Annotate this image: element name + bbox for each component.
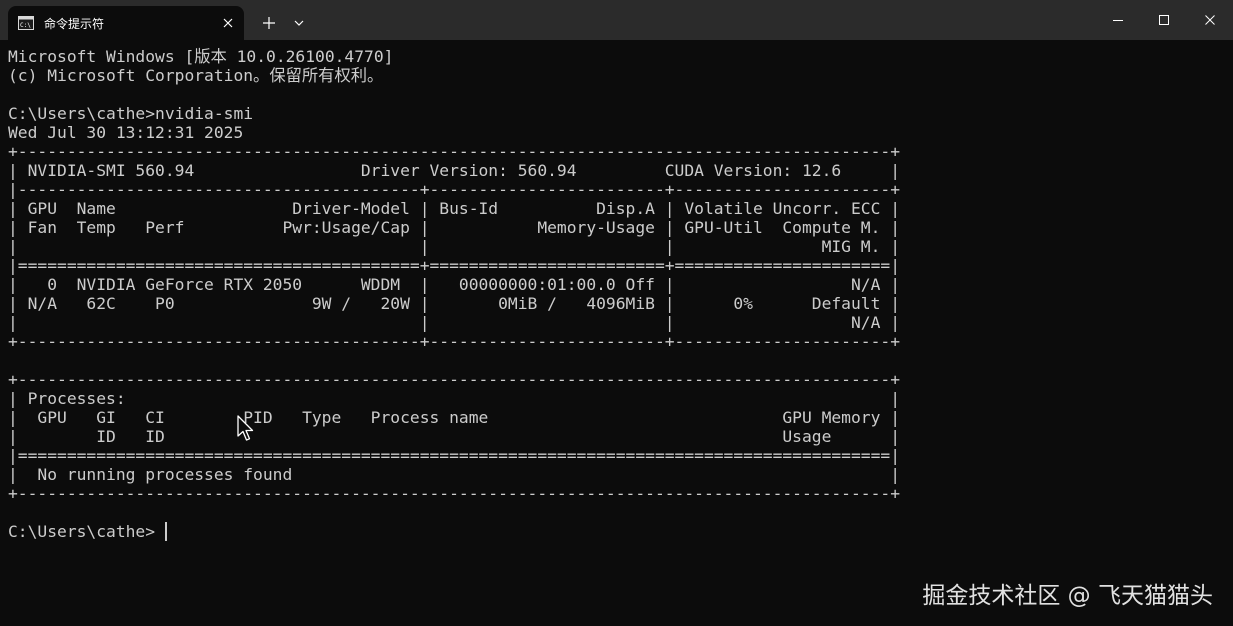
terminal-output[interactable]: Microsoft Windows [版本 10.0.26100.4770] (… — [8, 47, 1225, 587]
command-prompt-window: C:\ 命令提示符 Microsoft Windows [版本 10.0.261… — [0, 0, 1233, 626]
terminal-line: C:\Users\cathe>nvidia-smi — [8, 104, 254, 123]
close-tab-icon[interactable] — [220, 15, 236, 31]
close-icon — [1205, 15, 1215, 25]
terminal-line: +---------------------------------------… — [8, 142, 900, 161]
maximize-icon — [1159, 15, 1169, 25]
close-window-button[interactable] — [1187, 0, 1233, 40]
terminal-line: Microsoft Windows [版本 10.0.26100.4770] — [8, 47, 394, 66]
terminal-icon: C:\ — [18, 16, 34, 30]
terminal-line: | No running processes found | — [8, 465, 900, 484]
terminal-line: | Fan Temp Perf Pwr:Usage/Cap | Memory-U… — [8, 218, 900, 237]
terminal-line: | Processes: | — [8, 389, 900, 408]
terminal-line: |---------------------------------------… — [8, 180, 900, 199]
chevron-down-icon[interactable] — [290, 13, 308, 33]
terminal-prompt-line[interactable]: C:\Users\cathe> — [8, 522, 1225, 541]
terminal-line: +---------------------------------------… — [8, 370, 900, 389]
terminal-line: | | | N/A | — [8, 313, 900, 332]
minimize-button[interactable] — [1095, 0, 1141, 40]
terminal-line: |=======================================… — [8, 256, 900, 275]
terminal-line: +---------------------------------------… — [8, 484, 900, 503]
terminal-line: +---------------------------------------… — [8, 332, 900, 351]
title-bar: C:\ 命令提示符 — [0, 0, 1233, 40]
new-tab-icon[interactable] — [258, 12, 280, 34]
terminal-line: | ID ID Usage | — [8, 427, 900, 446]
terminal-line: | | | MIG M. | — [8, 237, 900, 256]
svg-text:C:\: C:\ — [20, 22, 31, 29]
terminal-line: | GPU Name Driver-Model | Bus-Id Disp.A … — [8, 199, 900, 218]
terminal-line: |=======================================… — [8, 446, 900, 465]
watermark-text: 掘金技术社区 @ 飞天猫猫头 — [922, 583, 1213, 609]
mouse-pointer-icon — [237, 415, 254, 441]
terminal-line: | N/A 62C P0 9W / 20W | 0MiB / 4096MiB |… — [8, 294, 900, 313]
terminal-line: (c) Microsoft Corporation。保留所有权利。 — [8, 66, 384, 85]
text-cursor — [165, 522, 167, 541]
minimize-icon — [1113, 20, 1123, 21]
terminal-line: | 0 NVIDIA GeForce RTX 2050 WDDM | 00000… — [8, 275, 900, 294]
terminal-line: | GPU GI CI PID Type Process name GPU Me… — [8, 408, 900, 427]
terminal-line: Wed Jul 30 13:12:31 2025 — [8, 123, 244, 142]
tab-command-prompt[interactable]: C:\ 命令提示符 — [8, 6, 244, 40]
terminal-line: | NVIDIA-SMI 560.94 Driver Version: 560.… — [8, 161, 900, 180]
tab-title: 命令提示符 — [44, 17, 105, 31]
maximize-button[interactable] — [1141, 0, 1187, 40]
